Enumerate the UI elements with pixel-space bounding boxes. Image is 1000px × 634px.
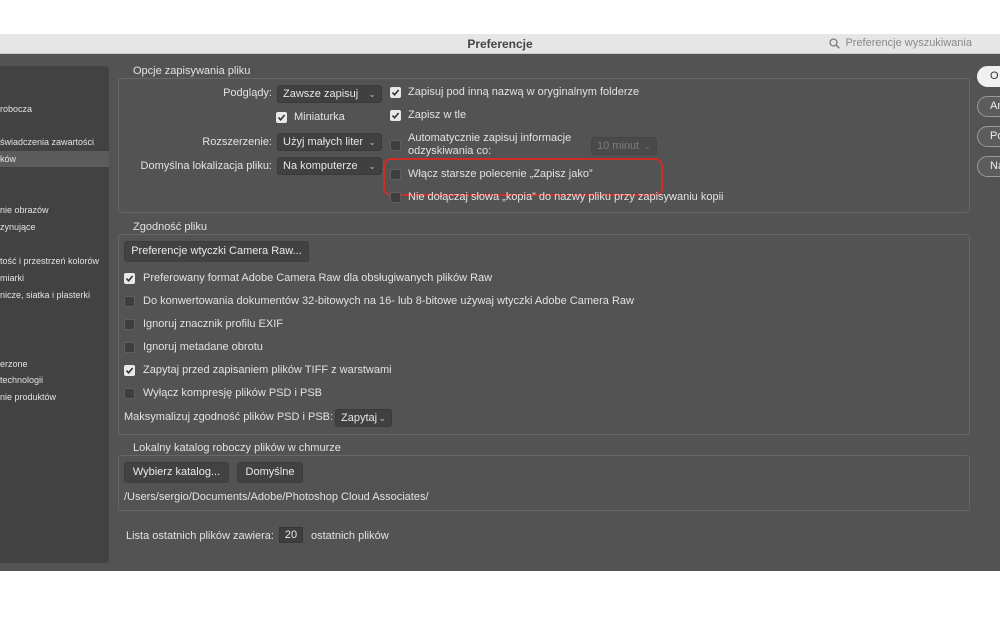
- compat-option-label: Ignoruj znacznik profilu EXIF: [143, 318, 284, 330]
- autosave-label-line1: Automatycznie zapisuj informacje: [408, 132, 572, 144]
- save-background-checkbox[interactable]: [390, 110, 401, 121]
- sidebar-item[interactable]: robocza: [0, 102, 109, 116]
- maximize-compatibility-value: Zapytaj: [341, 412, 378, 424]
- default-location-select-value: Na komputerze: [283, 160, 358, 172]
- compat-option-checkbox[interactable]: [124, 273, 135, 284]
- maximize-compatibility-select[interactable]: Zapytaj ⌄: [335, 409, 392, 427]
- save-as-original-checkbox[interactable]: [390, 87, 401, 98]
- legacy-save-as-label: Włącz starsze polecenie „Zapisz jako”: [408, 168, 593, 180]
- ok-button[interactable]: O: [977, 66, 1000, 87]
- default-location-label: Domyślna lokalizacja pliku:: [140, 160, 272, 172]
- sidebar-item[interactable]: nie produktów: [0, 390, 109, 404]
- compat-option-checkbox[interactable]: [124, 365, 135, 376]
- autosave-interval-value: 10 minut: [597, 140, 640, 152]
- compat-option-checkbox[interactable]: [124, 319, 135, 330]
- chevron-down-icon: ⌄: [643, 141, 651, 151]
- camera-raw-preferences-button[interactable]: Preferencje wtyczki Camera Raw...: [124, 241, 309, 262]
- compat-option-label: Do konwertowania dokumentów 32-bitowych …: [143, 295, 634, 307]
- compatibility-legend: Zgodność pliku: [128, 221, 212, 234]
- extension-label: Rozszerzenie:: [202, 136, 272, 148]
- cloud-folder-path: /Users/sergio/Documents/Adobe/Photoshop …: [124, 491, 429, 503]
- preview-select-value: Zawsze zapisuj: [283, 88, 359, 100]
- sidebar-item[interactable]: technologii: [0, 373, 109, 387]
- no-copy-checkbox[interactable]: [390, 192, 401, 203]
- autosave-checkbox[interactable]: [390, 140, 401, 151]
- compat-option-label: Ignoruj metadane obrotu: [143, 341, 263, 353]
- sidebar-item[interactable]: nicze, siatka i plasterki: [0, 288, 109, 302]
- autosave-label-line2: odzyskiwania co:: [408, 145, 492, 157]
- compat-option-checkbox[interactable]: [124, 388, 135, 399]
- thumbnail-label: Miniaturka: [294, 111, 345, 123]
- sidebar-item[interactable]: zynujące: [0, 220, 109, 234]
- compat-option-checkbox[interactable]: [124, 296, 135, 307]
- maximize-compatibility-label: Maksymalizuj zgodność plików PSD i PSB:: [124, 411, 334, 423]
- save-options-legend: Opcje zapisywania pliku: [128, 65, 256, 78]
- cancel-button[interactable]: An: [977, 96, 1000, 117]
- search-placeholder[interactable]: Preferencje wyszukiwania: [845, 37, 972, 49]
- preferences-sidebar: robocza świadczenia zawartości ków nie o…: [0, 66, 109, 563]
- search-icon: [829, 37, 841, 49]
- recent-files-count-input[interactable]: 20: [279, 527, 303, 543]
- thumbnail-checkbox[interactable]: [276, 112, 287, 123]
- chevron-down-icon: ⌄: [378, 413, 386, 423]
- save-background-label: Zapisz w tle: [408, 109, 467, 121]
- preview-label: Podglądy:: [223, 87, 272, 99]
- sidebar-item[interactable]: świadczenia zawartości: [0, 135, 109, 149]
- sidebar-item[interactable]: miarki: [0, 271, 109, 285]
- legacy-save-as-checkbox[interactable]: [390, 169, 401, 180]
- default-folder-button[interactable]: Domyślne: [237, 462, 303, 483]
- preferences-search[interactable]: Preferencje wyszukiwania: [829, 37, 972, 49]
- choose-folder-button[interactable]: Wybierz katalog...: [124, 462, 229, 483]
- chevron-down-icon: ⌄: [368, 89, 376, 99]
- extension-select[interactable]: Użyj małych liter ⌄: [277, 133, 382, 151]
- compat-option-label: Wyłącz kompresję plików PSD i PSB: [143, 387, 323, 399]
- chevron-down-icon: ⌄: [368, 137, 376, 147]
- compatibility-group: [118, 234, 970, 435]
- recent-files-label: Lista ostatnich plików zawiera:: [126, 530, 274, 542]
- default-location-select[interactable]: Na komputerze ⌄: [277, 157, 382, 175]
- previous-button[interactable]: Po: [977, 126, 1000, 147]
- extension-select-value: Użyj małych liter: [283, 136, 364, 148]
- autosave-interval-select[interactable]: 10 minut ⌄: [591, 137, 657, 155]
- next-button[interactable]: Na: [977, 156, 1000, 177]
- sidebar-item[interactable]: tość i przestrzeń kolorów: [0, 254, 109, 268]
- preview-select[interactable]: Zawsze zapisuj ⌄: [277, 85, 382, 103]
- compat-option-label: Preferowany format Adobe Camera Raw dla …: [143, 272, 493, 284]
- save-as-original-label: Zapisuj pod inną nazwą w oryginalnym fol…: [408, 86, 640, 98]
- recent-files-suffix-label: ostatnich plików: [311, 530, 389, 542]
- no-copy-label: Nie dołączaj słowa „kopia” do nazwy plik…: [408, 191, 724, 203]
- sidebar-item[interactable]: nie obrazów: [0, 203, 109, 217]
- compat-option-label: Zapytaj przed zapisaniem plików TIFF z w…: [143, 364, 392, 376]
- compat-option-checkbox[interactable]: [124, 342, 135, 353]
- sidebar-item-selected[interactable]: ków: [0, 151, 109, 167]
- chevron-down-icon: ⌄: [368, 161, 376, 171]
- preferences-window: Preferencje Preferencje wyszukiwania rob…: [0, 34, 1000, 571]
- cloud-workfolder-legend: Lokalny katalog roboczy plików w chmurze: [128, 442, 346, 455]
- autosave-label: Automatycznie zapisuj informacje odzyski…: [408, 132, 571, 158]
- title-bar: Preferencje Preferencje wyszukiwania: [0, 34, 1000, 54]
- sidebar-item[interactable]: erzone: [0, 357, 109, 371]
